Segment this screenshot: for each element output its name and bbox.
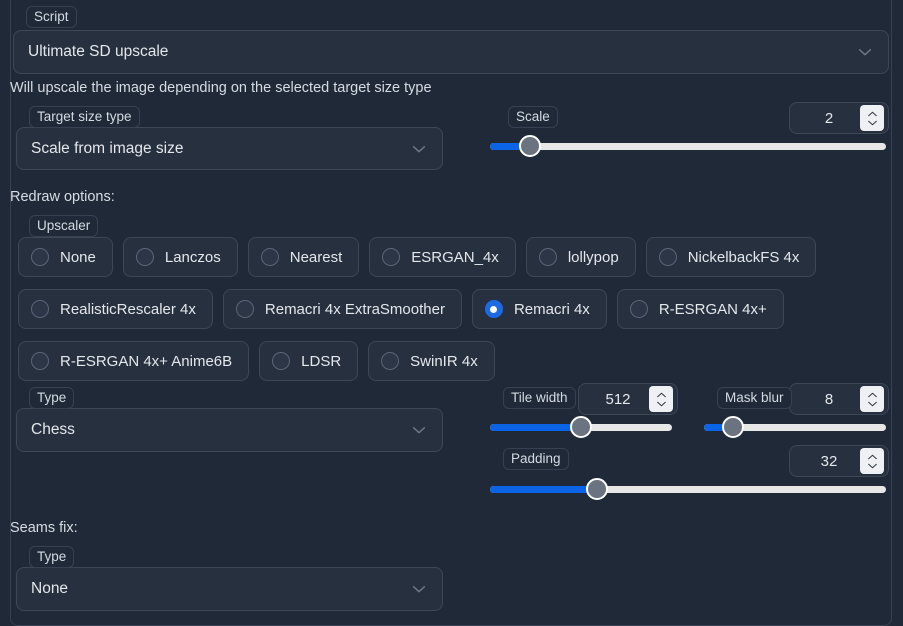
chevron-down-icon	[410, 421, 428, 439]
chevron-down-icon	[410, 140, 428, 158]
upscaler-option-none[interactable]: None	[18, 237, 113, 277]
upscaler-option-label: RealisticRescaler 4x	[60, 300, 196, 318]
upscaler-option-label: Remacri 4x ExtraSmoother	[264, 300, 445, 318]
padding-value: 32	[820, 452, 838, 470]
radio-icon	[538, 248, 557, 266]
mask-blur-slider[interactable]	[704, 416, 886, 438]
upscaler-option-swinir-4x[interactable]: SwinIR 4x	[368, 341, 495, 381]
upscaler-option-r-esrgan-4x[interactable]: R-ESRGAN 4x+	[616, 289, 784, 329]
padding-slider[interactable]	[490, 478, 886, 500]
padding-slider-fill	[490, 486, 597, 493]
upscaler-option-label: LDSR	[301, 352, 342, 370]
scale-slider-track	[490, 143, 886, 150]
upscaler-option-label: NickelbackFS 4x	[687, 248, 800, 266]
seams-fix-type-label: Type	[29, 546, 75, 568]
upscaler-option-remacri-4x-extrasmoother[interactable]: Remacri 4x ExtraSmoother	[222, 289, 462, 329]
upscaler-radio-row: RealisticRescaler 4x Remacri 4x ExtraSmoo…	[18, 289, 794, 329]
chevron-down-icon	[856, 43, 874, 61]
upscaler-option-realisticrescaler-4x[interactable]: RealisticRescaler 4x	[18, 289, 213, 329]
tile-width-slider-fill	[490, 424, 581, 431]
script-legend-label: Script	[26, 6, 77, 28]
upscaler-option-nickelbackfs-4x[interactable]: NickelbackFS 4x	[645, 237, 817, 277]
radio-icon	[260, 248, 279, 266]
padding-stepper[interactable]	[860, 448, 884, 474]
tile-width-slider[interactable]	[490, 416, 672, 438]
tile-width-label: Tile width	[503, 387, 576, 409]
script-select[interactable]: Ultimate SD upscale	[13, 30, 889, 74]
target-size-type-label: Target size type	[29, 106, 140, 128]
scale-value: 2	[824, 109, 834, 127]
radio-icon	[31, 352, 49, 370]
mask-blur-slider-knob[interactable]	[722, 416, 745, 438]
tile-width-value: 512	[605, 390, 631, 408]
upscaler-option-nearest[interactable]: Nearest	[247, 237, 360, 277]
radio-icon	[235, 300, 254, 318]
mask-blur-stepper[interactable]	[860, 386, 884, 412]
upscaler-option-label: Nearest	[289, 248, 343, 266]
mask-blur-value: 8	[824, 390, 834, 408]
padding-number-input[interactable]: 32	[789, 445, 889, 477]
scale-slider[interactable]	[490, 135, 886, 157]
upscaler-option-lanczos[interactable]: Lanczos	[122, 237, 238, 277]
radio-icon	[381, 352, 400, 370]
redraw-type-label: Type	[29, 387, 75, 409]
tile-width-slider-knob[interactable]	[570, 416, 592, 438]
redraw-type-value: Chess	[31, 421, 75, 438]
radio-icon	[629, 300, 648, 318]
radio-icon	[484, 300, 503, 318]
scale-slider-knob[interactable]	[518, 135, 541, 157]
radio-icon	[658, 248, 677, 266]
upscaler-option-r-esrgan-4x-anime6b[interactable]: R-ESRGAN 4x+ Anime6B	[18, 341, 250, 381]
scale-number-input[interactable]: 2	[789, 102, 889, 134]
target-size-type-value: Scale from image size	[31, 139, 184, 157]
scale-label: Scale	[508, 106, 558, 128]
redraw-options-label: Redraw options:	[10, 189, 115, 205]
upscaler-option-label: ESRGAN_4x	[411, 248, 499, 266]
chevron-down-icon	[410, 580, 428, 598]
seams-fix-type-select[interactable]: None	[16, 567, 443, 611]
upscaler-option-label: lollypop	[567, 248, 619, 266]
upscaler-option-label: R-ESRGAN 4x+ Anime6B	[60, 352, 233, 370]
upscaler-option-label: R-ESRGAN 4x+	[658, 300, 767, 318]
radio-icon	[31, 248, 49, 266]
upscaler-option-remacri-4x[interactable]: Remacri 4x	[471, 289, 607, 329]
script-description: Will upscale the image depending on the …	[10, 80, 432, 96]
upscaler-option-label: None	[60, 248, 96, 266]
upscaler-option-lollypop[interactable]: lollypop	[525, 237, 636, 277]
upscaler-option-label: SwinIR 4x	[410, 352, 478, 370]
radio-icon	[382, 248, 401, 266]
upscaler-option-ldsr[interactable]: LDSR	[259, 341, 359, 381]
mask-blur-number-input[interactable]: 8	[789, 383, 889, 415]
scale-stepper[interactable]	[860, 105, 884, 131]
ultimate-sd-upscale-script-panel: Script Ultimate SD upscale Will upscale …	[0, 0, 903, 626]
upscaler-option-esrgan-4x[interactable]: ESRGAN_4x	[369, 237, 516, 277]
seams-fix-type-value: None	[31, 580, 69, 597]
upscaler-label: Upscaler	[29, 215, 99, 237]
radio-icon	[272, 352, 291, 370]
mask-blur-label: Mask blur	[717, 387, 792, 409]
padding-slider-knob[interactable]	[585, 478, 608, 500]
radio-icon	[135, 248, 154, 266]
upscaler-radio-row: R-ESRGAN 4x+ Anime6B LDSR SwinIR 4x	[18, 341, 505, 381]
radio-icon	[31, 300, 49, 318]
redraw-type-select[interactable]: Chess	[16, 408, 443, 452]
padding-label: Padding	[503, 448, 569, 470]
script-select-value: Ultimate SD upscale	[28, 43, 169, 60]
tile-width-number-input[interactable]: 512	[578, 383, 678, 415]
seams-fix-label: Seams fix:	[10, 520, 78, 536]
target-size-type-select[interactable]: Scale from image size	[16, 127, 443, 170]
upscaler-radio-row: None Lanczos Nearest ESRGAN_4x lollypop Nicke…	[18, 237, 826, 277]
tile-width-stepper[interactable]	[649, 386, 673, 412]
upscaler-option-label: Lanczos	[164, 248, 221, 266]
upscaler-option-label: Remacri 4x	[513, 300, 590, 318]
